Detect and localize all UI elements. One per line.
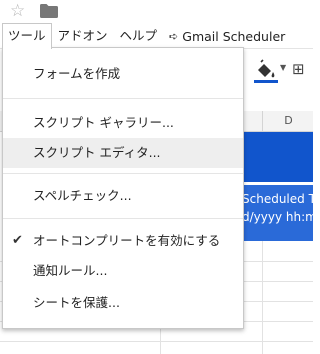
- borders-icon[interactable]: ⊞: [292, 62, 305, 77]
- menu-item-label: シートを保護...: [33, 295, 120, 310]
- menu-item-label: スクリプト エディタ...: [33, 145, 161, 160]
- arrow-right-icon: ➪: [169, 29, 179, 43]
- chevron-down-icon[interactable]: ▼: [280, 63, 286, 72]
- header-row-cells[interactable]: [240, 132, 313, 182]
- star-icon[interactable]: ☆: [10, 0, 25, 22]
- menu-separator: [3, 218, 243, 219]
- menu-item-label: スクリプト ギャラリー...: [33, 115, 174, 130]
- gmail-scheduler-label: Gmail Scheduler: [182, 28, 286, 44]
- menu-item-script-gallery[interactable]: スクリプト ギャラリー...: [3, 108, 243, 138]
- menu-item-label: フォームを作成: [33, 66, 121, 81]
- cell-text-line1: Scheduled Ti: [242, 192, 313, 206]
- menu-separator: [3, 173, 243, 174]
- menu-item-autocomplete[interactable]: ✔ オートコンプリートを有効にする: [3, 226, 243, 256]
- column-header-d[interactable]: D: [262, 111, 314, 131]
- menu-item-spellcheck[interactable]: スペルチェック...: [3, 181, 243, 211]
- menu-help[interactable]: ヘルプ: [114, 24, 164, 48]
- checkmark-icon: ✔: [12, 233, 23, 248]
- menu-item-create-form[interactable]: フォームを作成: [3, 59, 243, 89]
- menu-item-label: 通知ルール...: [33, 263, 108, 278]
- menu-item-notification-rules[interactable]: 通知ルール...: [3, 256, 243, 286]
- scheduled-time-cell[interactable]: Scheduled Ti d/yyyy hh:m: [240, 185, 313, 241]
- menu-addons[interactable]: アドオン: [52, 24, 114, 48]
- menu-item-label: オートコンプリートを有効にする: [33, 233, 221, 248]
- menu-bar: ツール アドオン ヘルプ ➪ Gmail Scheduler: [0, 23, 313, 49]
- tools-menu-dropdown: フォームを作成 スクリプト ギャラリー... スクリプト エディタ... スペル…: [2, 47, 244, 329]
- menu-tools[interactable]: ツール: [2, 23, 52, 49]
- menu-item-protect-sheet[interactable]: シートを保護...: [3, 288, 243, 318]
- folder-icon[interactable]: [40, 4, 58, 18]
- gmail-scheduler-menu[interactable]: ➪ Gmail Scheduler: [163, 29, 285, 44]
- cell-text-line2: d/yyyy hh:m: [242, 210, 313, 224]
- fill-color-swatch: [254, 80, 278, 83]
- menu-separator: [3, 98, 243, 99]
- menu-item-script-editor[interactable]: スクリプト エディタ...: [3, 138, 243, 168]
- menu-item-label: スペルチェック...: [33, 188, 132, 203]
